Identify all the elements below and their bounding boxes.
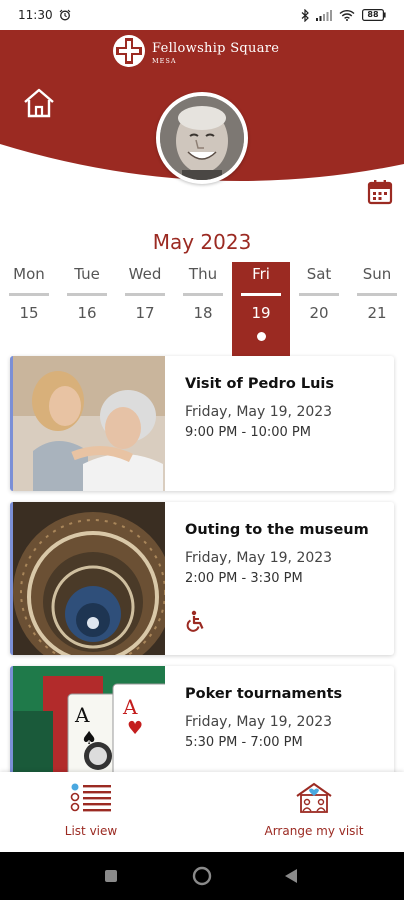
day-name: Thu [188, 265, 218, 283]
brand-text: Fellowship Square MESA [152, 42, 279, 65]
event-info: Visit of Pedro Luis Friday, May 19, 2023… [185, 376, 386, 440]
day-tue[interactable]: Tue 16 [58, 262, 116, 356]
event-title: Poker tournaments [185, 686, 343, 702]
day-name: Tue [74, 265, 100, 283]
svg-text:A: A [122, 695, 138, 719]
day-name: Sat [306, 265, 332, 283]
header: Fellowship Square MESA [0, 28, 404, 188]
day-wed[interactable]: Wed 17 [116, 262, 174, 356]
wheelchair-accessible-icon [185, 610, 207, 632]
day-number: 19 [251, 304, 271, 322]
arrange-visit-icon [296, 782, 332, 813]
brand-name: Fellowship Square [152, 40, 280, 56]
month-label: May 2023 [152, 230, 252, 254]
day-number: 20 [309, 304, 329, 322]
alarm-icon [59, 9, 71, 21]
battery-icon: 88 [362, 9, 386, 21]
week-day-strip: Mon 15 Tue 16 Wed 17 Thu 18 Fri 19 Sat 2… [0, 262, 404, 356]
event-image: A ♠ A ♥ [10, 666, 165, 776]
home-button[interactable] [22, 86, 56, 120]
day-divider [299, 293, 339, 296]
event-card[interactable]: A ♠ A ♥ Poker tournaments Friday, May 19… [10, 666, 394, 776]
event-image [10, 356, 165, 491]
home-system-button[interactable] [192, 866, 212, 890]
brand-subtitle: MESA [152, 56, 177, 65]
status-bar: 11:30 88 [0, 0, 404, 30]
event-info: Poker tournaments Friday, May 19, 2023 5… [185, 686, 386, 750]
nav-list-view[interactable]: List view [58, 782, 124, 838]
brand-logo: Fellowship Square MESA [112, 34, 279, 72]
list-view-label: List view [64, 824, 118, 838]
calendar-icon [367, 180, 393, 205]
event-info: Outing to the museum Friday, May 19, 202… [185, 522, 386, 586]
avatar-photo [160, 96, 244, 180]
bottom-nav: List view Arrange my visit [0, 772, 404, 852]
day-number: 18 [193, 304, 213, 322]
status-right: 88 [301, 8, 386, 22]
event-time: 5:30 PM - 7:00 PM [185, 735, 303, 750]
day-name: Fri [252, 265, 270, 283]
recent-apps-button[interactable] [104, 868, 118, 887]
status-left: 11:30 [18, 8, 71, 22]
event-image [10, 502, 165, 655]
calendar-button[interactable] [366, 178, 394, 206]
event-time: 2:00 PM - 3:30 PM [185, 571, 303, 586]
cross-emblem-icon [112, 34, 146, 72]
square-icon [105, 870, 117, 882]
day-divider [183, 293, 223, 296]
event-date: Friday, May 19, 2023 [185, 714, 333, 730]
circle-icon [192, 866, 212, 886]
day-number: 17 [135, 304, 155, 322]
wifi-icon [339, 9, 355, 21]
day-thu[interactable]: Thu 18 [174, 262, 232, 356]
event-title: Outing to the museum [185, 522, 369, 538]
event-title: Visit of Pedro Luis [185, 376, 335, 392]
status-time: 11:30 [18, 8, 53, 22]
day-name: Wed [128, 265, 162, 283]
svg-text:♥: ♥ [127, 718, 143, 739]
day-fri-selected[interactable]: Fri 19 [232, 262, 290, 356]
event-time: 9:00 PM - 10:00 PM [185, 425, 311, 440]
system-nav-bar [0, 852, 404, 900]
event-indicator-dot [256, 332, 266, 341]
signal-icon [316, 9, 332, 21]
event-date: Friday, May 19, 2023 [185, 404, 333, 420]
avatar[interactable] [156, 92, 248, 184]
day-divider [125, 293, 165, 296]
event-date: Friday, May 19, 2023 [185, 550, 333, 566]
event-card[interactable]: Outing to the museum Friday, May 19, 202… [10, 502, 394, 655]
day-divider [357, 293, 397, 296]
day-divider [241, 293, 281, 296]
battery-level: 88 [367, 10, 379, 19]
nav-arrange-visit[interactable]: Arrange my visit [262, 782, 366, 838]
day-sun[interactable]: Sun 21 [348, 262, 404, 356]
back-button[interactable] [284, 868, 298, 888]
back-triangle-icon [285, 869, 297, 883]
day-number: 16 [77, 304, 97, 322]
day-number: 15 [19, 304, 39, 322]
event-card[interactable]: Visit of Pedro Luis Friday, May 19, 2023… [10, 356, 394, 491]
svg-text:A: A [74, 703, 90, 727]
day-divider [9, 293, 49, 296]
day-name: Sun [362, 265, 392, 283]
list-view-icon [70, 783, 111, 812]
home-icon [24, 88, 54, 118]
arrange-visit-label: Arrange my visit [264, 824, 364, 838]
day-mon[interactable]: Mon 15 [0, 262, 58, 356]
bluetooth-icon [301, 8, 309, 22]
day-sat[interactable]: Sat 20 [290, 262, 348, 356]
day-number: 21 [367, 304, 387, 322]
day-divider [67, 293, 107, 296]
day-name: Mon [13, 265, 45, 283]
